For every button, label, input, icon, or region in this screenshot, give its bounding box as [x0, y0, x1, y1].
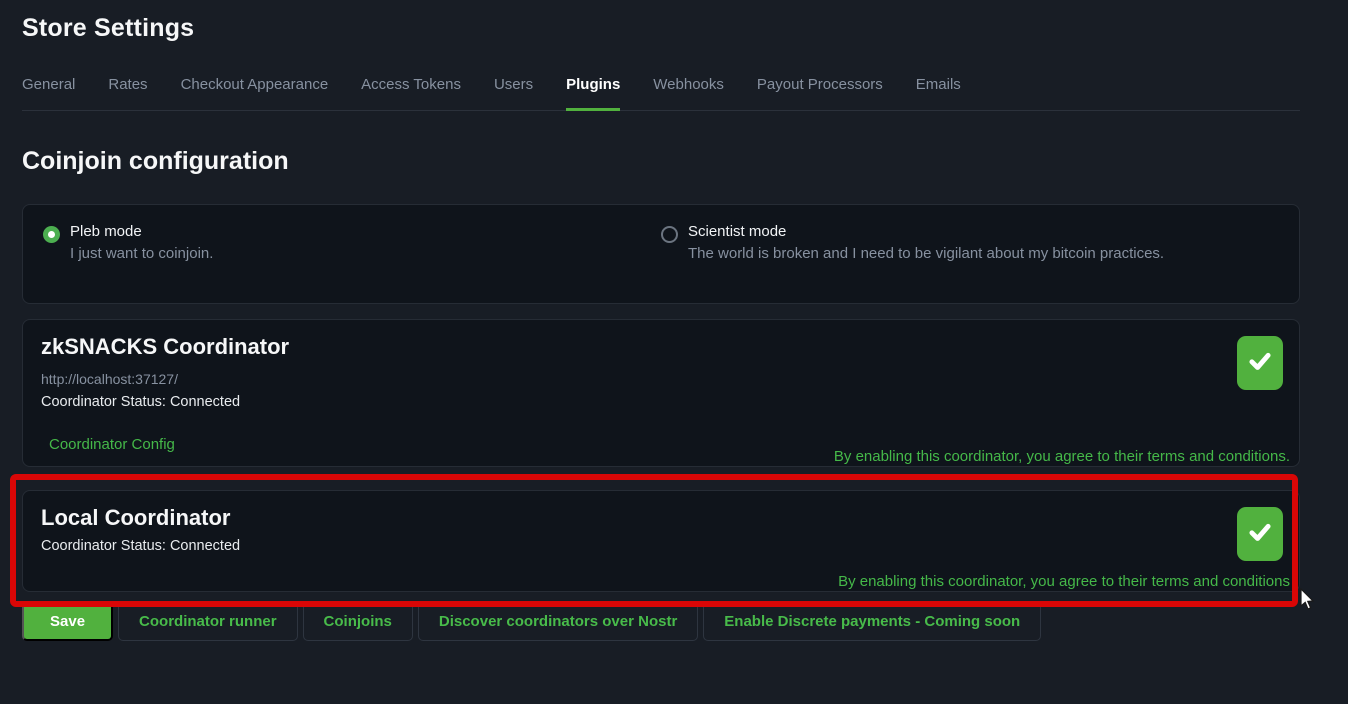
footer-actions: Save Coordinator runner Coinjoins Discov… [22, 601, 1300, 641]
coinjoin-configuration-heading: Coinjoin configuration [22, 147, 1300, 176]
mode-selection-card: Pleb mode I just want to coinjoin. Scien… [22, 204, 1300, 304]
tab-users[interactable]: Users [494, 76, 533, 111]
scientist-mode-description: The world is broken and I need to be vig… [688, 245, 1164, 262]
pleb-mode-label: Pleb mode [70, 223, 213, 240]
coordinator-enabled-checkbox[interactable] [1237, 507, 1283, 561]
tab-emails[interactable]: Emails [916, 76, 961, 111]
pleb-mode-radio[interactable] [43, 226, 60, 243]
local-coordinator-card: Local Coordinator Coordinator Status: Co… [22, 490, 1300, 592]
coordinator-status: Coordinator Status: Connected [41, 394, 1281, 410]
tab-access-tokens[interactable]: Access Tokens [361, 76, 461, 111]
check-icon [1247, 519, 1273, 550]
coordinator-terms-text: By enabling this coordinator, you agree … [838, 573, 1290, 590]
scientist-mode-radio[interactable] [661, 226, 678, 243]
pleb-mode-option[interactable]: Pleb mode I just want to coinjoin. [43, 223, 661, 285]
page-title: Store Settings [22, 14, 1300, 43]
coordinator-name: zkSNACKS Coordinator [41, 334, 1281, 360]
coinjoins-button[interactable]: Coinjoins [303, 601, 413, 641]
store-settings-page: Store Settings General Rates Checkout Ap… [0, 0, 1348, 641]
coordinator-terms-text: By enabling this coordinator, you agree … [834, 448, 1290, 465]
tab-general[interactable]: General [22, 76, 75, 111]
discover-coordinators-nostr-button[interactable]: Discover coordinators over Nostr [418, 601, 698, 641]
tab-rates[interactable]: Rates [108, 76, 147, 111]
coordinator-url: http://localhost:37127/ [41, 371, 1281, 387]
pleb-mode-description: I just want to coinjoin. [70, 245, 213, 262]
scientist-mode-option[interactable]: Scientist mode The world is broken and I… [661, 223, 1279, 285]
coordinator-name: Local Coordinator [41, 505, 1281, 531]
coordinator-config-link[interactable]: Coordinator Config [49, 436, 175, 453]
coordinator-enabled-checkbox[interactable] [1237, 336, 1283, 390]
settings-tabs: General Rates Checkout Appearance Access… [22, 76, 1300, 111]
scientist-mode-label: Scientist mode [688, 223, 1164, 240]
local-coordinator-section: Local Coordinator Coordinator Status: Co… [22, 490, 1300, 592]
save-button[interactable]: Save [22, 601, 113, 641]
tab-webhooks[interactable]: Webhooks [653, 76, 724, 111]
coordinator-status: Coordinator Status: Connected [41, 538, 1281, 554]
enable-discrete-payments-button[interactable]: Enable Discrete payments - Coming soon [703, 601, 1041, 641]
tab-checkout-appearance[interactable]: Checkout Appearance [181, 76, 329, 111]
tab-plugins[interactable]: Plugins [566, 76, 620, 111]
coordinator-runner-button[interactable]: Coordinator runner [118, 601, 298, 641]
zksnacks-coordinator-card: zkSNACKS Coordinator http://localhost:37… [22, 319, 1300, 467]
tab-payout-processors[interactable]: Payout Processors [757, 76, 883, 111]
check-icon [1247, 348, 1273, 379]
